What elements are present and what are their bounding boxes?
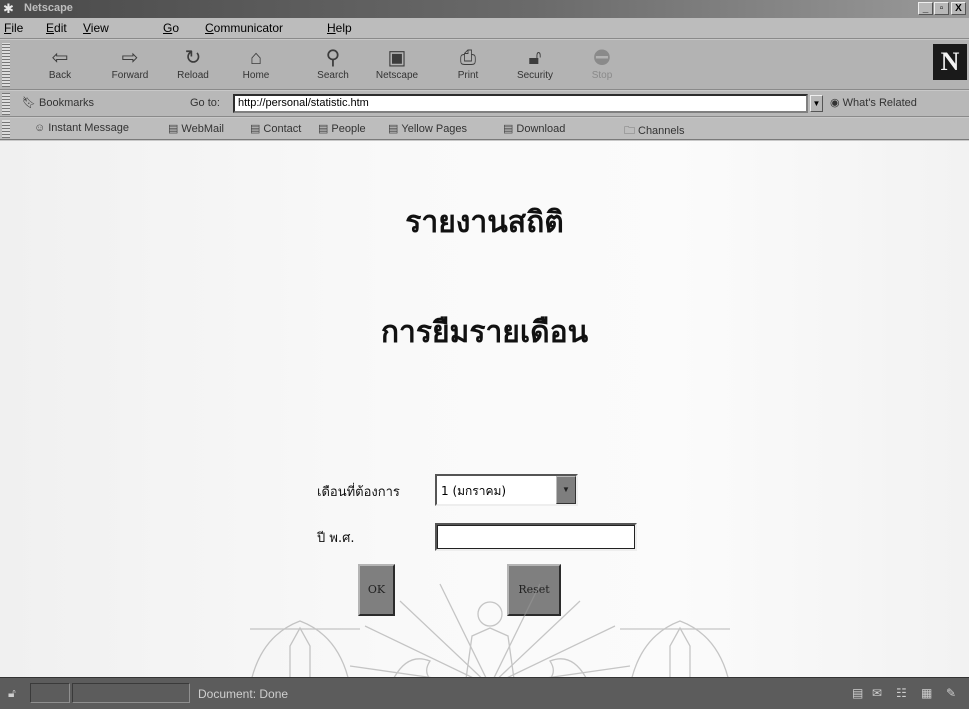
reload-icon: ↻ <box>184 47 202 69</box>
year-label: ปี พ.ศ. <box>317 531 355 546</box>
print-button[interactable]: ⎙ Print <box>440 42 496 88</box>
url-field[interactable]: http://personal/statistic.htm <box>233 94 808 113</box>
title-bar: ✱ Netscape _ ▫ X <box>0 0 969 18</box>
dropdown-arrow-icon: ▼ <box>812 99 821 108</box>
year-input[interactable] <box>435 523 637 551</box>
navigation-toolbar: ⇦ Back ⇨ Forward ↻ Reload ⌂ Home ⚲ Searc… <box>0 40 969 90</box>
pen-icon[interactable]: ✎ <box>946 686 956 700</box>
menu-go[interactable]: Go <box>163 21 179 35</box>
back-button[interactable]: ⇦ Back <box>32 42 88 88</box>
menu-file[interactable]: File <box>4 21 23 35</box>
security-status-icon[interactable]: 🔓︎ <box>8 686 16 701</box>
reload-label: Reload <box>177 70 209 81</box>
seal-watermark <box>250 583 730 677</box>
window-title: Netscape <box>24 2 73 14</box>
month-label: เดือนที่ต้องการ <box>317 485 400 500</box>
bookmark-page-icon: ▤ <box>318 123 329 135</box>
personal-grip[interactable] <box>2 120 10 138</box>
bookmarks-button[interactable]: 🔖︎ Bookmarks <box>22 96 94 109</box>
menu-help[interactable]: Help <box>327 21 352 35</box>
location-bar: 🔖︎ Bookmarks Go to: http://personal/stat… <box>0 91 969 117</box>
month-select[interactable]: 1 (มกราคม) ▼ <box>435 474 578 506</box>
navigator-icon[interactable]: ▤ <box>852 686 863 700</box>
people-link[interactable]: ▤ People <box>318 122 366 135</box>
status-progress-area <box>72 683 190 703</box>
print-label: Print <box>457 70 479 81</box>
maximize-button[interactable]: ▫ <box>934 2 949 15</box>
instant-message-link[interactable]: ☺ Instant Message <box>34 122 129 134</box>
webmail-link[interactable]: ▤ WebMail <box>168 122 224 135</box>
back-arrow-icon: ⇦ <box>51 47 69 69</box>
search-flashlight-icon: ⚲ <box>325 47 341 69</box>
page-content: รายงานสถิติ การยืมรายเดือน เดือนที่ต้องก… <box>0 141 969 677</box>
menu-communicator[interactable]: Communicator <box>205 21 283 35</box>
stop-label: Stop <box>591 70 613 81</box>
netscape-logo[interactable]: N <box>933 44 967 80</box>
person-icon: ☺ <box>34 122 46 134</box>
composer-icon[interactable]: ▦ <box>921 686 932 700</box>
yellow-pages-link[interactable]: ▤ Yellow Pages <box>388 122 467 135</box>
home-icon: ⌂ <box>249 47 263 69</box>
download-link[interactable]: ▤ Download <box>503 122 565 135</box>
printer-icon: ⎙ <box>460 47 476 69</box>
bookmark-page-icon: ▤ <box>168 123 179 135</box>
discussion-icon[interactable]: ☷ <box>896 686 907 700</box>
search-button[interactable]: ⚲ Search <box>305 42 361 88</box>
menu-edit[interactable]: Edit <box>46 21 67 35</box>
chevron-down-icon[interactable]: ▼ <box>556 476 576 504</box>
close-button[interactable]: X <box>951 2 966 15</box>
netscape-icon: ▣ <box>387 47 407 69</box>
stop-icon: ⛔︎ <box>593 47 611 69</box>
bookmark-page-icon: ▤ <box>388 123 399 135</box>
personal-toolbar: ☺ Instant Message ▤ WebMail ▤ Contact ▤ Peop… <box>0 118 969 140</box>
menu-bar: File Edit View Go Communicator Help <box>0 18 969 39</box>
bookmarks-icon: 🔖︎ <box>22 97 40 109</box>
bookmark-page-icon: ▤ <box>503 123 514 135</box>
home-label: Home <box>242 70 270 81</box>
home-button[interactable]: ⌂ Home <box>228 42 284 88</box>
page-subtitle: การยืมรายเดือน <box>380 315 589 350</box>
status-bar: 🔓︎ Document: Done ▤ ✉ ☷ ▦ ✎ <box>0 677 969 709</box>
status-text: Document: Done <box>198 687 289 701</box>
bookmark-page-icon: ▤ <box>250 123 261 135</box>
forward-label: Forward <box>111 70 149 81</box>
url-dropdown-button[interactable]: ▼ <box>810 95 823 112</box>
netscape-button[interactable]: ▣ Netscape <box>369 42 425 88</box>
month-select-value: 1 (มกราคม) <box>441 484 507 498</box>
security-lock-icon: 🔓︎ <box>528 47 542 69</box>
menu-view[interactable]: View <box>83 21 109 35</box>
security-button[interactable]: 🔓︎ Security <box>507 42 563 88</box>
back-label: Back <box>48 70 72 81</box>
page-title: รายงานสถิติ <box>405 205 564 240</box>
folder-icon: 🗀︎ <box>624 125 635 137</box>
mail-icon[interactable]: ✉ <box>872 686 882 700</box>
netscape-app-icon[interactable]: ✱ <box>3 1 19 17</box>
security-label: Security <box>516 70 554 81</box>
progress-bar <box>30 683 70 703</box>
goto-label: Go to: <box>190 97 220 109</box>
related-icon: ◉ <box>830 97 843 109</box>
whats-related-button[interactable]: ◉ What's Related <box>830 96 917 109</box>
forward-arrow-icon: ⇨ <box>121 47 139 69</box>
search-label: Search <box>317 70 349 81</box>
contact-link[interactable]: ▤ Contact <box>250 122 301 135</box>
stop-button[interactable]: ⛔︎ Stop <box>574 42 630 88</box>
reload-button[interactable]: ↻ Reload <box>165 42 221 88</box>
minimize-button[interactable]: _ <box>918 2 933 15</box>
netscape-label: Netscape <box>375 70 419 81</box>
channels-link[interactable]: 🗀︎ Channels <box>624 122 684 141</box>
toolbar-grip[interactable] <box>2 43 10 87</box>
location-grip[interactable] <box>2 93 10 115</box>
forward-button[interactable]: ⇨ Forward <box>102 42 158 88</box>
